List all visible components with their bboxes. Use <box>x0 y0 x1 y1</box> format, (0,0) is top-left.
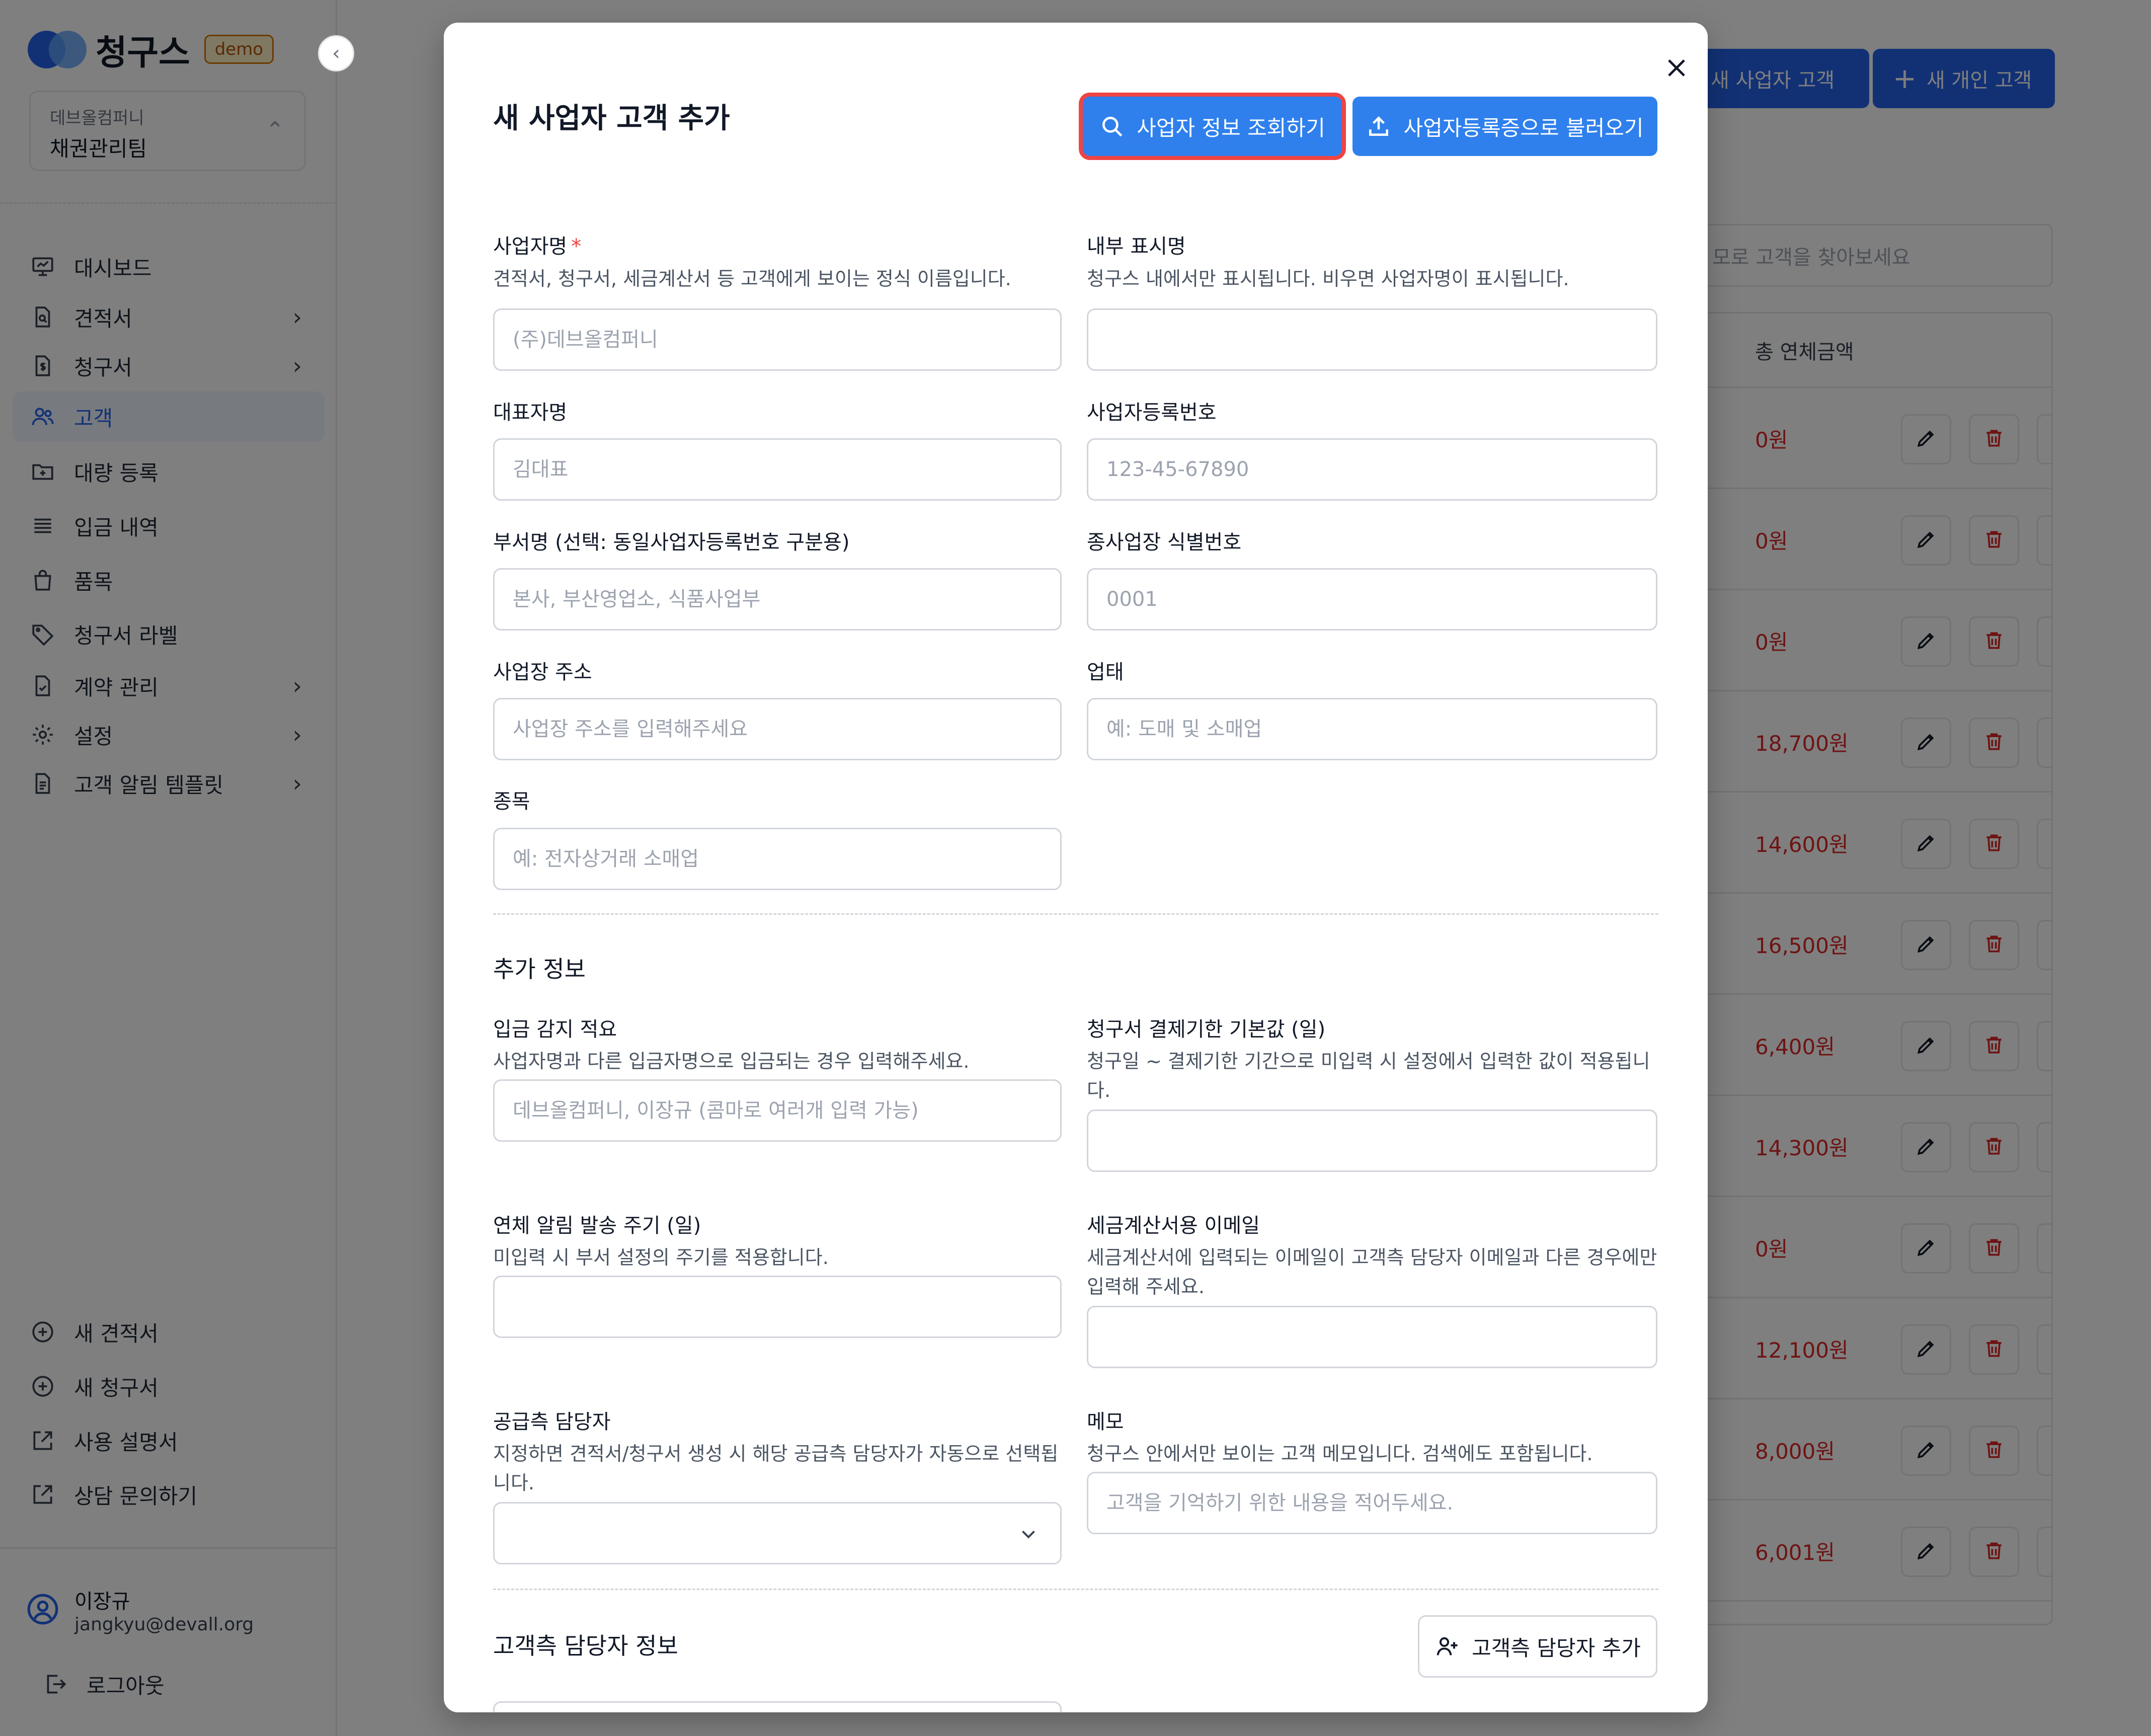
close-button[interactable] <box>1656 48 1697 88</box>
overdue-cycle-help: 미입력 시 부서 설정의 주기를 적용합니다. <box>493 1246 829 1269</box>
required-asterisk: * <box>571 235 582 258</box>
deposit-alias-input[interactable] <box>493 1079 1062 1142</box>
due-default-label: 청구서 결제기한 기본값 (일) <box>1087 1018 1326 1041</box>
contact-input-partial[interactable] <box>493 1701 1062 1712</box>
upload-icon <box>1369 116 1389 136</box>
section-divider <box>493 913 1658 915</box>
user-plus-icon <box>1437 1637 1458 1655</box>
section-divider <box>493 1589 1658 1590</box>
label-text: 사업자명 <box>493 235 568 258</box>
add-contact-button[interactable]: 고객측 담당자 추가 <box>1418 1615 1657 1678</box>
biz-type-label: 업태 <box>1087 661 1124 684</box>
display-name-label: 내부 표시명 <box>1087 235 1186 258</box>
deposit-alias-label: 입금 감지 적요 <box>493 1018 617 1041</box>
memo-label: 메모 <box>1087 1410 1124 1434</box>
department-input[interactable] <box>493 568 1062 630</box>
business-lookup-button[interactable]: 사업자 정보 조회하기 <box>1083 97 1342 156</box>
address-input[interactable] <box>493 698 1062 760</box>
add-business-customer-modal: 새 사업자 고객 추가 사업자 정보 조회하기 사업자등록증으로 불러오기 사업… <box>444 23 1708 1712</box>
department-label: 부서명 (선택: 동일사업자등록번호 구분용) <box>493 531 850 554</box>
button-label: 고객측 담당자 추가 <box>1472 1635 1641 1661</box>
biz-item-label: 종목 <box>493 790 530 813</box>
display-name-help: 청구스 내에서만 표시됩니다. 비우면 사업자명이 표시됩니다. <box>1087 268 1569 290</box>
tax-email-label: 세금계산서용 이메일 <box>1087 1214 1260 1237</box>
deposit-alias-help: 사업자명과 다른 입금자명으로 입금되는 경우 입력해주세요. <box>493 1050 970 1072</box>
chevron-down-icon <box>1022 1530 1035 1539</box>
business-name-help: 견적서, 청구서, 세금계산서 등 고객에게 보이는 정식 이름입니다. <box>493 268 1011 290</box>
branch-id-label: 종사업장 식별번호 <box>1087 531 1242 554</box>
due-default-help: 청구일 ~ 결제기한 기간으로 미입력 시 설정에서 입력한 값이 적용됩니다. <box>1087 1050 1650 1101</box>
tax-email-help: 세금계산서에 입력되는 이메일이 고객측 담당자 이메일과 다른 경우에만 입력… <box>1087 1246 1657 1298</box>
address-label: 사업장 주소 <box>493 661 592 684</box>
button-label: 사업자등록증으로 불러오기 <box>1403 115 1644 140</box>
memo-help: 청구스 안에서만 보이는 고객 메모입니다. 검색에도 포함됩니다. <box>1087 1443 1593 1465</box>
supplier-manager-select[interactable] <box>493 1502 1062 1564</box>
business-name-input[interactable] <box>493 308 1062 371</box>
ceo-name-label: 대표자명 <box>493 401 568 424</box>
branch-id-input[interactable] <box>1087 568 1657 630</box>
overdue-cycle-label: 연체 알림 발송 주기 (일) <box>493 1214 701 1237</box>
tax-email-input[interactable] <box>1087 1306 1657 1368</box>
memo-input[interactable] <box>1087 1472 1657 1534</box>
upload-business-registration-button[interactable]: 사업자등록증으로 불러오기 <box>1352 97 1657 156</box>
contact-section-title: 고객측 담당자 정보 <box>493 1632 678 1660</box>
close-icon <box>1668 59 1685 76</box>
due-default-input[interactable] <box>1087 1110 1657 1172</box>
supplier-manager-label: 공급측 담당자 <box>493 1410 611 1434</box>
display-name-input[interactable] <box>1087 308 1657 371</box>
search-icon <box>1102 117 1123 137</box>
reg-number-input[interactable] <box>1087 438 1657 501</box>
collapse-sidebar-button[interactable]: ‹ <box>318 35 354 71</box>
reg-number-label: 사업자등록번호 <box>1087 401 1217 424</box>
business-name-label: 사업자명 * <box>493 230 581 259</box>
supplier-manager-help: 지정하면 견적서/청구서 생성 시 해당 공급측 담당자가 자동으로 선택됩니다… <box>493 1443 1059 1494</box>
button-label: 사업자 정보 조회하기 <box>1137 115 1325 140</box>
chevron-left-icon: ‹ <box>332 42 340 65</box>
biz-item-input[interactable] <box>493 828 1062 890</box>
ceo-name-input[interactable] <box>493 438 1062 501</box>
biz-type-input[interactable] <box>1087 698 1657 760</box>
overdue-cycle-input[interactable] <box>493 1276 1062 1338</box>
modal-title: 새 사업자 고객 추가 <box>493 102 730 135</box>
extra-info-section-title: 추가 정보 <box>493 956 586 983</box>
